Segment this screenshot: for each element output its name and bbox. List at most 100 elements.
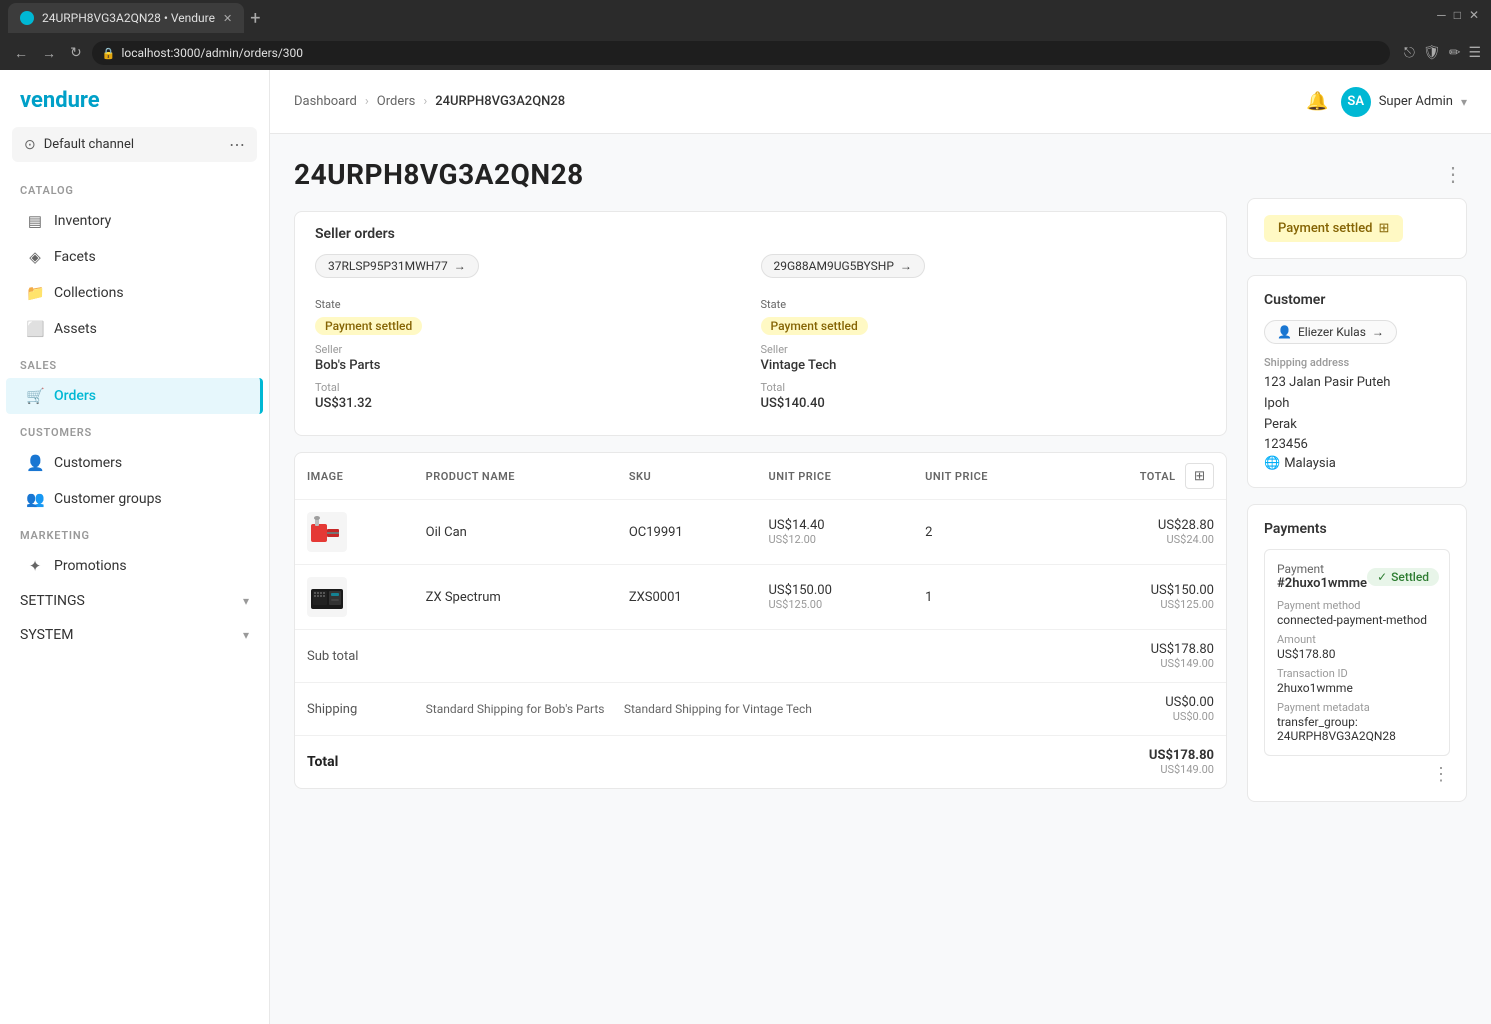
sub-total-sub: US$149.00 [1081,657,1214,670]
facets-icon: ◈ [26,248,44,266]
order-line-1-total-sub: US$24.00 [1081,533,1214,546]
back-btn[interactable]: ← [10,43,32,64]
forward-btn[interactable]: → [38,43,60,64]
payment-method-value: connected-payment-method [1277,613,1437,627]
oil-can-image [307,512,347,552]
tab-favicon [20,11,34,25]
minimize-btn[interactable]: ─ [1437,8,1446,22]
customer-link[interactable]: 👤 Eliezer Kulas → [1264,320,1397,344]
tab-close-btn[interactable]: ✕ [223,12,232,25]
sidebar-item-customers[interactable]: 👤 Customers [6,445,263,481]
address-postcode: 123456 [1264,437,1308,452]
settings-chevron-icon: ▾ [243,594,249,608]
order-line-1-price-sub: US$12.00 [768,533,901,546]
order-line-2: ZX Spectrum ZXS0001 US$150.00 US$125.00 … [295,565,1226,630]
logo-text: vendure [20,88,100,113]
shipping-total-main: US$0.00 [1081,695,1214,710]
shield-icon[interactable]: 🛡 [1423,45,1441,61]
shipping-row: Shipping Standard Shipping for Bob's Par… [295,683,1226,736]
sidebar-item-assets[interactable]: ⬜ Assets [6,311,263,347]
channel-icon: ⊙ [24,137,36,153]
sidebar-item-orders[interactable]: 🛒 Orders [6,378,263,414]
payment-amount-value: US$178.80 [1277,647,1437,661]
sub-total-main: US$178.80 [1081,642,1214,657]
collections-icon: 📁 [26,284,44,302]
order-line-1-qty: 2 [913,500,1069,565]
sidebar-item-collections[interactable]: 📁 Collections [6,275,263,311]
inventory-icon: ▤ [26,212,44,230]
sidebar-item-customer-groups[interactable]: 👥 Customer groups [6,481,263,517]
payment-transaction-id-label: Transaction ID [1277,667,1437,680]
reload-btn[interactable]: ↻ [66,43,86,63]
customer-groups-icon: 👥 [26,490,44,508]
customer-link-arrow: → [1372,325,1384,339]
tab-title: 24URPH8VG3A2QN28 • Vendure [42,11,215,25]
edit-icon[interactable]: ✏ [1449,45,1461,61]
seller-order-2-seller-label: Seller [761,343,1187,356]
breadcrumb-orders[interactable]: Orders [377,94,416,109]
order-lines-card: IMAGE PRODUCT NAME SKU UNIT PRICE UNIT P… [294,452,1227,789]
sidebar-item-promotions[interactable]: ✦ Promotions [6,548,263,584]
address-bar[interactable]: 🔒 localhost:3000/admin/orders/300 [92,41,1390,65]
settings-section-label: SETTINGS [20,593,233,609]
marketing-section-label: MARKETING [0,517,269,548]
zx-spectrum-svg [309,579,345,615]
restore-btn[interactable]: □ [1454,8,1461,22]
menu-icon[interactable]: ☰ [1468,45,1481,61]
sidebar: vendure ⊙ Default channel ⋯ CATALOG ▤ In… [0,70,270,1024]
col-sku: SKU [617,453,757,500]
user-menu-btn[interactable]: SA Super Admin ▾ [1341,87,1467,117]
payment-metadata-value: transfer_group: 24URPH8VG3A2QN28 [1277,715,1437,743]
page-title: 24URPH8VG3A2QN28 [294,158,1227,191]
url-text: localhost:3000/admin/orders/300 [121,46,303,60]
settings-section[interactable]: SETTINGS ▾ [0,584,269,618]
seller-order-2-link[interactable]: 29G88AM9UG5BYSHP → [761,254,925,278]
close-btn[interactable]: ✕ [1469,8,1479,22]
channel-more-icon[interactable]: ⋯ [229,135,245,154]
sidebar-item-facets[interactable]: ◈ Facets [6,239,263,275]
order-line-2-total-main: US$150.00 [1081,583,1214,598]
order-line-1-unit-price: US$14.40 US$12.00 [756,500,913,565]
sidebar-item-orders-label: Orders [54,388,96,404]
seller-orders-title: Seller orders [315,226,1206,242]
page-more-icon[interactable]: ⋮ [1439,158,1467,190]
columns-toggle-btn[interactable]: ⊞ [1185,463,1214,489]
share-icon[interactable]: ⎋ [1404,45,1415,61]
breadcrumb-dashboard[interactable]: Dashboard [294,94,357,109]
orders-icon: 🛒 [26,387,44,405]
seller-order-1-seller-label: Seller [315,343,741,356]
address-country: Malaysia [1284,456,1336,471]
globe-icon: 🌐 [1264,456,1280,471]
shipping-address: 123 Jalan Pasir Puteh Ipoh Perak 123456 [1264,373,1450,456]
customer-link-name: Eliezer Kulas [1298,325,1366,339]
order-line-1-product-name: Oil Can [414,500,617,565]
total-main: US$178.80 [1081,748,1214,763]
order-line-2-total-sub: US$125.00 [1081,598,1214,611]
seller-order-1-link[interactable]: 37RLSP95P31MWH77 → [315,254,479,278]
channel-selector[interactable]: ⊙ Default channel ⋯ [12,127,257,162]
zx-spectrum-image [307,577,347,617]
active-tab[interactable]: 24URPH8VG3A2QN28 • Vendure ✕ [8,3,244,33]
sidebar-item-inventory[interactable]: ▤ Inventory [6,203,263,239]
seller-order-2-state-label: State [761,298,1187,311]
sidebar-item-inventory-label: Inventory [54,213,111,229]
payment-more-btn[interactable]: ⋮ [1432,764,1450,785]
customer-link-icon: 👤 [1277,325,1292,339]
notification-bell-btn[interactable]: 🔔 [1306,91,1328,112]
order-line-2-price-sub: US$125.00 [768,598,901,611]
sidebar-item-promotions-label: Promotions [54,558,127,574]
shipping-total-cell: US$0.00 US$0.00 [1069,683,1226,736]
seller-order-2-seller-value: Vintage Tech [761,358,1187,373]
new-tab-btn[interactable]: + [250,8,260,29]
lock-icon: 🔒 [102,47,116,60]
sidebar-item-customer-groups-label: Customer groups [54,491,162,507]
system-section[interactable]: SYSTEM ▾ [0,618,269,652]
system-chevron-icon: ▾ [243,628,249,642]
payment-id-value: #2huxo1wmme [1277,576,1367,591]
system-section-label: SYSTEM [20,627,233,643]
payments-title: Payments [1264,521,1450,537]
address-country-row: 🌐 Malaysia [1264,456,1450,471]
seller-order-1-code: 37RLSP95P31MWH77 [328,259,448,273]
seller-order-2: 29G88AM9UG5BYSHP → State Payment settled… [761,242,1207,419]
total-value-cell: US$178.80 US$149.00 [1069,736,1226,789]
